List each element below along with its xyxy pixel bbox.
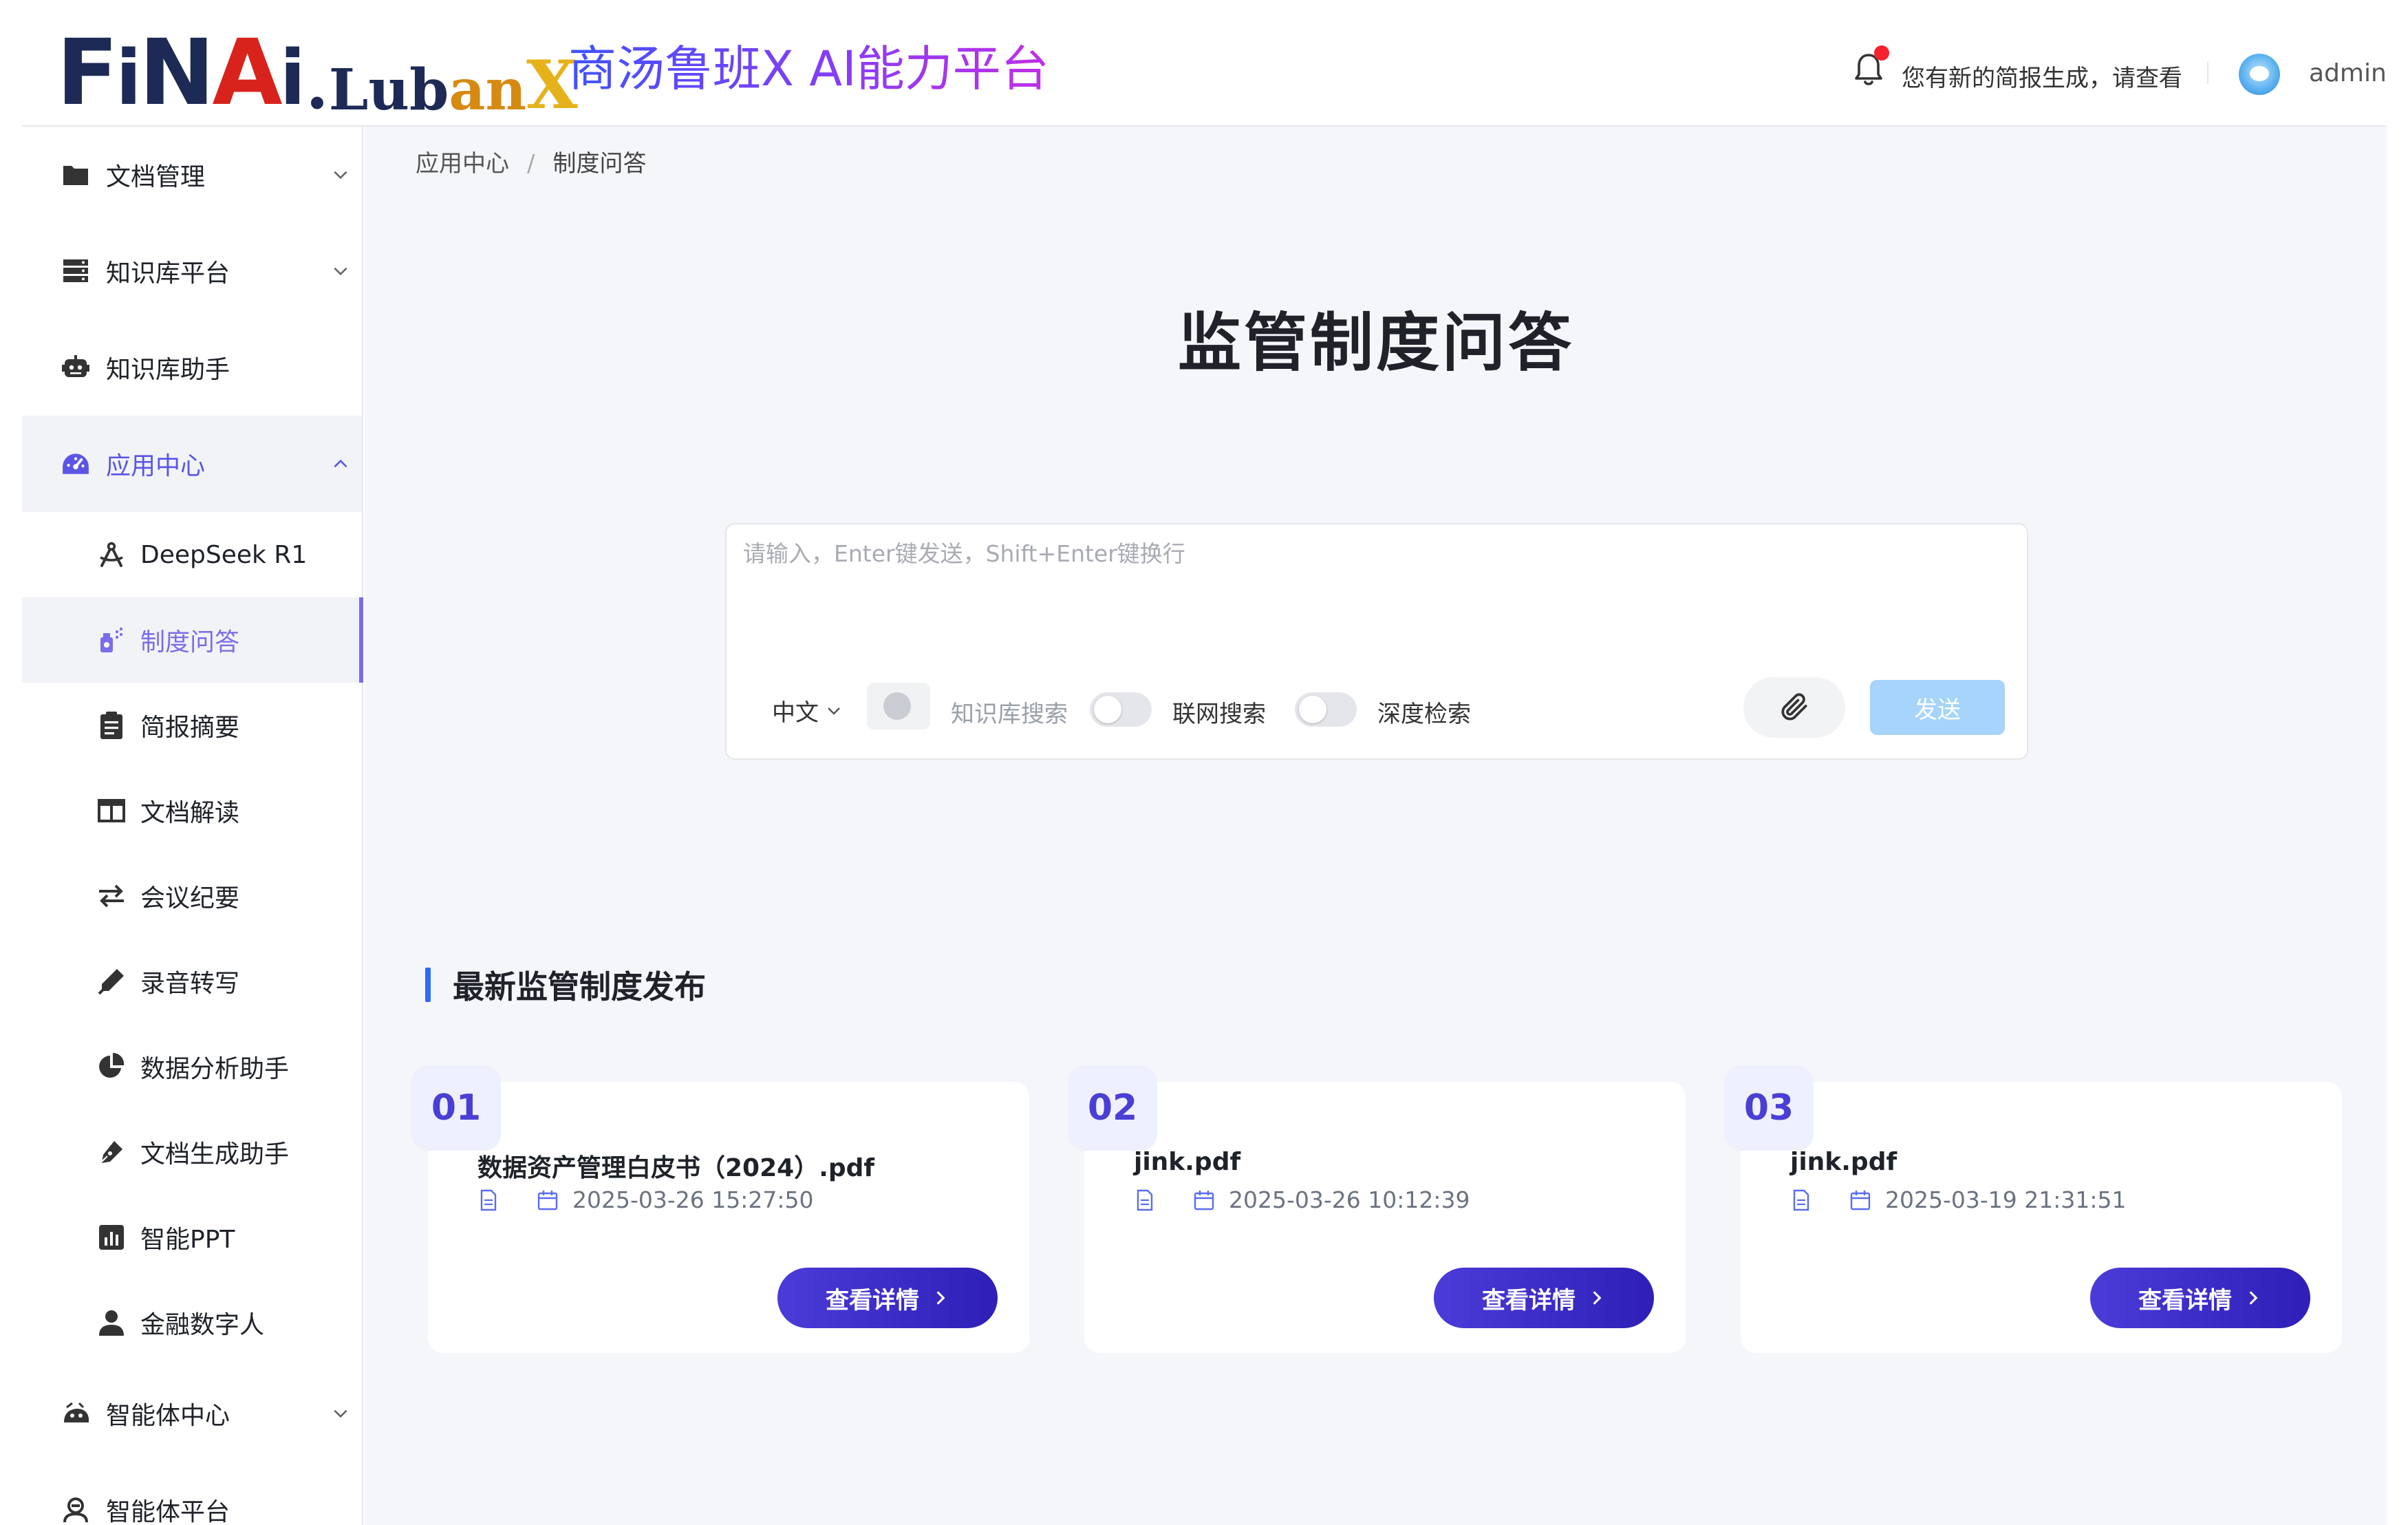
calendar-icon <box>537 1190 558 1210</box>
sidebar-item-agent-platform[interactable]: 智能体平台 <box>22 1462 362 1525</box>
top-header: FiNAi. Lub an X 商汤鲁班X AI能力平台 您有新的简报生成，请查看 a… <box>0 0 2408 127</box>
chevron-down-icon <box>334 267 347 276</box>
breadcrumb-app-center[interactable]: 应用中心 <box>416 150 509 178</box>
file-icon <box>1793 1189 1809 1211</box>
sidebar-item-knowledge-platform[interactable]: 知识库平台 <box>22 223 362 319</box>
policy-card[interactable]: jink.pdf 2025-03-19 21:31:51 查看详情 <box>1741 1082 2342 1353</box>
policy-card[interactable]: jink.pdf 2025-03-26 10:12:39 查看详情 <box>1084 1082 1686 1353</box>
username[interactable]: admin <box>2309 59 2387 87</box>
deep-search-label: 深度检索 <box>1377 701 1471 728</box>
folder-icon <box>61 160 91 190</box>
user-icon <box>96 1308 127 1338</box>
card-date: 2025-03-19 21:31:51 <box>1885 1186 2127 1213</box>
chevron-right-icon <box>1593 1291 1602 1305</box>
robot-icon <box>61 352 91 383</box>
card-date: 2025-03-26 10:12:39 <box>1229 1186 1470 1213</box>
sidebar-item-agent-center[interactable]: 智能体中心 <box>22 1365 362 1462</box>
breadcrumb: 应用中心 / 制度问答 <box>416 145 646 178</box>
card-number-badge: 02 <box>1068 1065 1157 1151</box>
notification-badge-dot <box>1874 45 1889 61</box>
chevron-up-icon <box>334 459 347 468</box>
view-details-button[interactable]: 查看详情 <box>2090 1268 2310 1328</box>
view-details-button[interactable]: 查看详情 <box>1434 1268 1654 1328</box>
card-meta: 2025-03-26 15:27:50 <box>477 1186 813 1213</box>
notification-text[interactable]: 您有新的简报生成，请查看 <box>1902 59 2182 93</box>
platform-title: 商汤鲁班X AI能力平台 <box>568 41 1049 97</box>
pen-nib-icon <box>96 1137 127 1167</box>
sidebar-subitem-smart-ppt[interactable]: 智能PPT <box>22 1195 362 1280</box>
header-divider <box>2207 62 2208 84</box>
sidebar-subitem-document-generation[interactable]: 文档生成助手 <box>22 1109 362 1195</box>
card-file-name: jink.pdf <box>1134 1148 1241 1176</box>
chevron-down-icon <box>828 707 840 715</box>
swap-icon <box>96 881 127 911</box>
card-file-name: jink.pdf <box>1790 1148 1898 1176</box>
sidebar-subitem-data-analysis[interactable]: 数据分析助手 <box>22 1024 362 1109</box>
send-button[interactable]: 发送 <box>1870 680 2005 735</box>
spray-icon <box>96 625 127 655</box>
finai-lubanx-logo[interactable]: FiNAi. Lub an X <box>56 28 578 118</box>
sidebar-subitem-briefing-summary[interactable]: 简报摘要 <box>22 683 362 768</box>
card-date: 2025-03-26 15:27:50 <box>572 1186 814 1213</box>
calendar-icon <box>1194 1190 1214 1210</box>
sidebar-subitem-deepseek-r1[interactable]: DeepSeek R1 <box>22 512 362 597</box>
card-number-badge: 03 <box>1724 1065 1814 1151</box>
sidebar: 文档管理 知识库平台 知识库助手 应用中心 DeepSeek R1 制度问答 简… <box>22 127 363 1525</box>
database-icon <box>61 256 91 286</box>
sidebar-subitem-digital-human[interactable]: 金融数字人 <box>22 1280 362 1365</box>
user-avatar[interactable] <box>2239 54 2280 95</box>
calendar-icon <box>1850 1190 1871 1210</box>
card-file-name: 数据资产管理白皮书（2024）.pdf <box>477 1154 875 1182</box>
file-icon <box>480 1189 497 1211</box>
file-icon <box>1137 1189 1153 1211</box>
kb-search-label: 知识库搜索 <box>951 701 1068 728</box>
page-title: 监管制度问答 <box>1177 306 1574 380</box>
card-meta: 2025-03-19 21:31:51 <box>1790 1186 2126 1213</box>
view-details-button[interactable]: 查看详情 <box>777 1268 998 1328</box>
sidebar-subitem-meeting-minutes[interactable]: 会议纪要 <box>22 853 362 939</box>
sidebar-item-app-center[interactable]: 应用中心 <box>22 416 362 512</box>
chevron-right-icon <box>2249 1291 2258 1305</box>
card-meta: 2025-03-26 10:12:39 <box>1134 1186 1470 1213</box>
card-number-badge: 01 <box>411 1065 501 1151</box>
section-title: 最新监管制度发布 <box>453 968 706 1005</box>
chevron-right-icon <box>936 1291 945 1305</box>
breadcrumb-separator: / <box>527 150 535 178</box>
sidebar-subitem-policy-qa[interactable]: 制度问答 <box>22 597 363 683</box>
web-search-switch[interactable] <box>1090 692 1152 727</box>
columns-icon <box>96 796 127 826</box>
chevron-down-icon <box>334 1409 347 1418</box>
sidebar-item-document-management[interactable]: 文档管理 <box>22 127 362 223</box>
main-content: 应用中心 / 制度问答 监管制度问答 中文 知识库搜索 联网搜索 深度检索 发送 最… <box>365 127 2387 1525</box>
agent-platform-icon <box>61 1495 91 1525</box>
pie-chart-icon <box>96 1052 127 1082</box>
language-select[interactable]: 中文 <box>772 694 842 727</box>
web-search-label: 联网搜索 <box>1172 701 1266 728</box>
chat-input[interactable] <box>743 535 2009 639</box>
attach-button[interactable] <box>1743 677 1845 738</box>
sidebar-subitem-audio-transcription[interactable]: 录音转写 <box>22 939 362 1024</box>
sidebar-item-knowledge-assistant[interactable]: 知识库助手 <box>22 319 362 416</box>
agent-icon <box>61 1398 91 1429</box>
pen-icon <box>96 966 127 996</box>
clipboard-icon <box>96 710 127 740</box>
breadcrumb-current: 制度问答 <box>552 150 647 178</box>
sidebar-subitem-document-interpretation[interactable]: 文档解读 <box>22 768 362 853</box>
kb-search-toggle[interactable] <box>867 683 930 729</box>
paperclip-icon <box>1781 693 1807 721</box>
chevron-down-icon <box>334 171 347 180</box>
language-value: 中文 <box>772 699 819 727</box>
bar-chart-icon <box>96 1222 127 1252</box>
deep-search-switch[interactable] <box>1295 692 1357 727</box>
chat-input-box: 中文 知识库搜索 联网搜索 深度检索 发送 <box>725 523 2028 760</box>
section-accent-bar <box>425 968 431 1002</box>
compass-icon <box>96 540 127 570</box>
policy-card[interactable]: 数据资产管理白皮书（2024）.pdf 2025-03-26 15:27:50 … <box>428 1082 1029 1353</box>
dashboard-icon <box>61 449 91 479</box>
